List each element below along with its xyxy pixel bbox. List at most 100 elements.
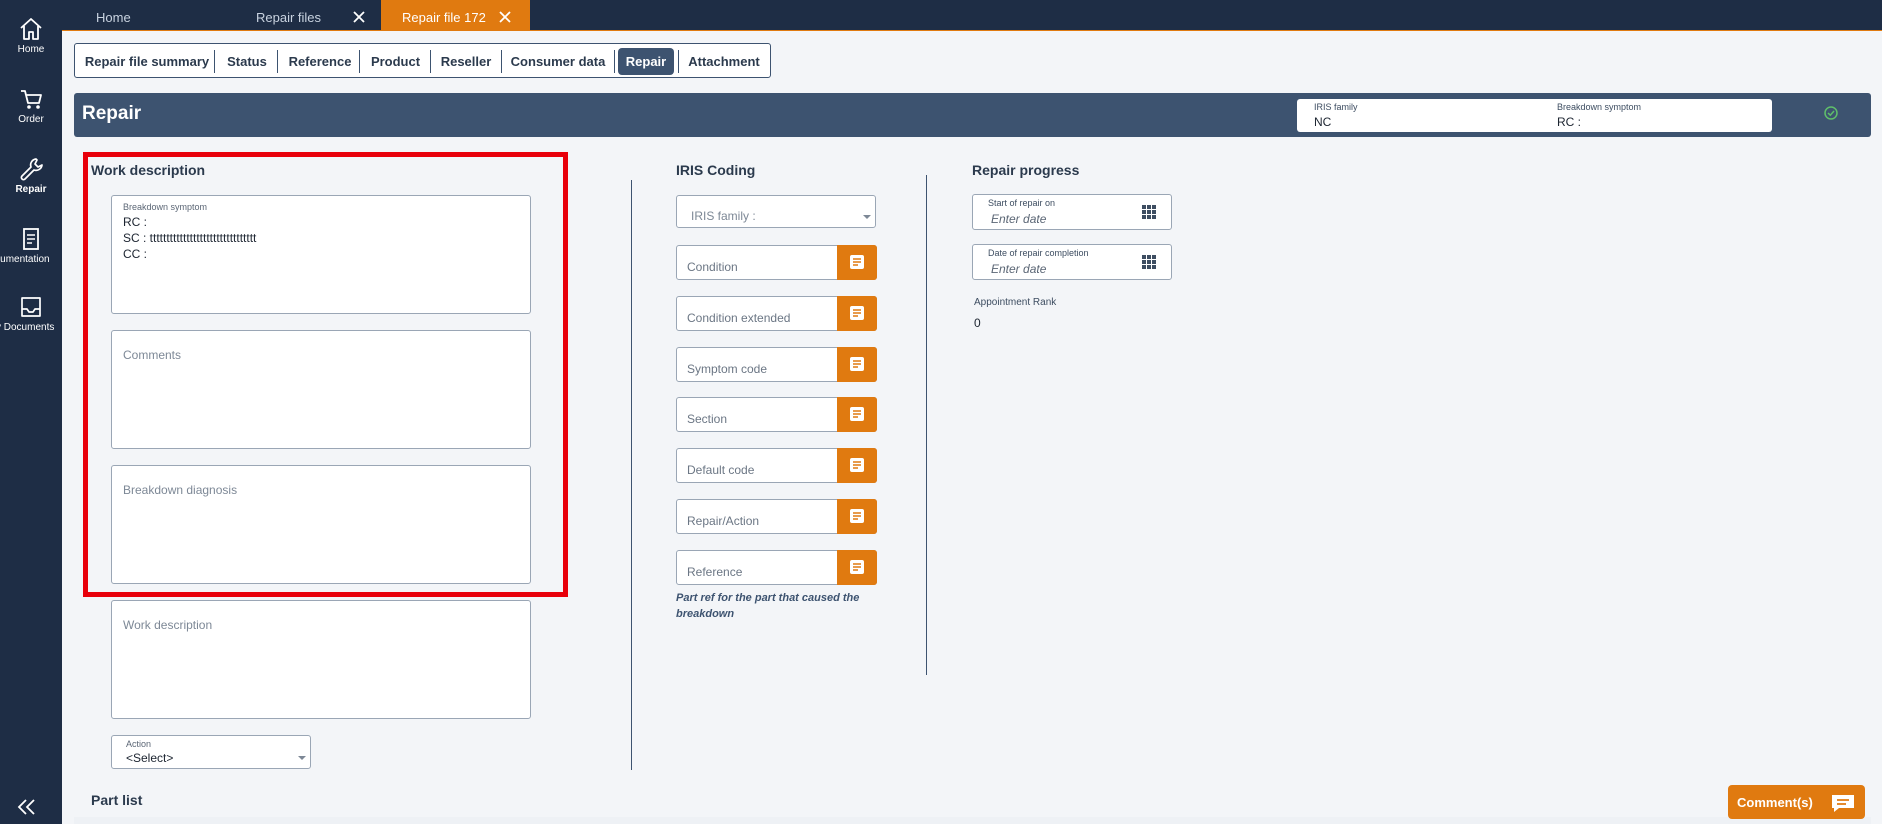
condition-extended-field[interactable]: Condition extended — [676, 296, 877, 331]
work-description-textarea[interactable]: Work description — [111, 600, 531, 719]
chat-icon — [1832, 795, 1854, 812]
iris-coding-title: IRIS Coding — [676, 162, 756, 178]
section-lookup-button[interactable] — [837, 397, 877, 432]
tab-label: Home — [96, 10, 131, 25]
list-icon — [850, 255, 864, 269]
tab-status[interactable]: Status — [217, 48, 277, 75]
section-field[interactable]: Section — [676, 397, 877, 432]
list-icon — [850, 509, 864, 523]
placeholder: Default code — [687, 463, 755, 477]
iris-family-value: NC — [1314, 115, 1332, 129]
part-list-title: Part list — [91, 792, 143, 808]
placeholder: Section — [687, 412, 728, 426]
tab-divider — [614, 50, 615, 73]
cart-icon — [21, 90, 42, 109]
repair-progress-title: Repair progress — [972, 162, 1080, 178]
home-icon — [20, 18, 42, 40]
wrench-icon — [20, 158, 43, 181]
list-icon — [850, 306, 864, 320]
divider — [631, 180, 632, 770]
page-title: Repair — [82, 103, 142, 124]
part-list-panel — [74, 817, 1871, 824]
symptom-code-field[interactable]: Symptom code — [676, 347, 877, 382]
placeholder: IRIS family : — [691, 209, 756, 223]
symptom-code-lookup-button[interactable] — [837, 347, 877, 382]
sidebar-item-home[interactable]: Home — [0, 16, 62, 72]
condition-field[interactable]: Condition — [676, 245, 877, 280]
document-icon — [23, 228, 39, 250]
appointment-rank-value: 0 — [974, 316, 981, 330]
repair-action-field[interactable]: Repair/Action — [676, 499, 877, 534]
repair-action-lookup-button[interactable] — [837, 499, 877, 534]
iris-family-select[interactable]: IRIS family : — [676, 195, 876, 228]
tab-repair[interactable]: Repair — [618, 48, 674, 75]
start-of-repair-date[interactable]: Start of repair on Enter date — [972, 194, 1172, 230]
sidebar-item-repair[interactable]: Repair — [0, 156, 62, 212]
field-label: Date of repair completion — [988, 248, 1089, 258]
reference-lookup-button[interactable] — [837, 550, 877, 585]
chevron-down-icon — [298, 756, 306, 760]
list-icon — [850, 407, 864, 421]
tab-divider — [359, 50, 360, 73]
sidebar-item-documentation[interactable]: Documentation — [0, 226, 62, 282]
default-code-lookup-button[interactable] — [837, 448, 877, 483]
close-icon[interactable] — [498, 10, 512, 24]
field-label: Action — [126, 739, 152, 749]
tab-attachment[interactable]: Attachment — [679, 48, 769, 75]
sidebar-item-label: Order — [18, 114, 44, 125]
placeholder: Reference — [687, 565, 743, 579]
tab-home[interactable]: Home — [62, 0, 202, 31]
placeholder: Symptom code — [687, 362, 768, 376]
tab-reference[interactable]: Reference — [278, 48, 362, 75]
placeholder: Repair/Action — [687, 514, 760, 528]
repair-completion-date[interactable]: Date of repair completion Enter date — [972, 244, 1172, 280]
sidebar: Home Order Repair Documentation My Docum… — [0, 0, 62, 824]
selected-value: <Select> — [126, 751, 174, 765]
sidebar-item-my-documents[interactable]: My Documents — [0, 294, 62, 350]
comments-button-label: Comment(s) — [1737, 795, 1813, 810]
tab-label: Repair file 172 — [402, 10, 486, 25]
tab-reseller[interactable]: Reseller — [431, 48, 501, 75]
placeholder: Work description — [123, 618, 213, 632]
top-tab-bar: Home Repair files Repair file 172 — [62, 0, 1882, 31]
sidebar-item-label: Home — [17, 44, 45, 55]
chevron-down-icon — [863, 215, 871, 219]
comments-button[interactable]: Comment(s) — [1728, 785, 1865, 819]
section-tabs: Repair file summary Status Reference Pro… — [74, 43, 771, 78]
iris-family-label: IRIS family — [1314, 102, 1358, 112]
sidebar-item-label: My Documents — [0, 322, 55, 333]
sidebar-item-label: Documentation — [0, 254, 50, 265]
highlight-frame — [83, 152, 568, 597]
field-label: Start of repair on — [988, 198, 1056, 208]
divider — [926, 175, 927, 675]
action-select[interactable]: Action <Select> — [111, 735, 311, 769]
reference-field[interactable]: Reference — [676, 550, 877, 585]
inbox-icon — [21, 297, 41, 317]
tab-product[interactable]: Product — [361, 48, 430, 75]
calendar-icon[interactable] — [1141, 254, 1157, 270]
list-icon — [850, 357, 864, 371]
reference-note: Part ref for the part that caused the br… — [676, 592, 860, 620]
default-code-field[interactable]: Default code — [676, 448, 877, 483]
breakdown-symptom-value: RC : — [1557, 115, 1581, 129]
close-icon[interactable] — [352, 10, 366, 24]
placeholder: Enter date — [991, 212, 1047, 226]
repair-header: Repair IRIS family NC Breakdown symptom … — [74, 93, 1871, 137]
placeholder: Condition — [687, 260, 738, 274]
placeholder: Enter date — [991, 262, 1047, 276]
appointment-rank-label: Appointment Rank — [974, 297, 1057, 308]
sidebar-item-order[interactable]: Order — [0, 86, 62, 142]
header-summary-box: IRIS family NC Breakdown symptom RC : — [1297, 99, 1772, 132]
list-icon — [850, 560, 864, 574]
condition-extended-lookup-button[interactable] — [837, 296, 877, 331]
tab-repair-file-summary[interactable]: Repair file summary — [78, 48, 216, 75]
tab-label: Repair files — [256, 10, 322, 25]
calendar-icon[interactable] — [1141, 204, 1157, 220]
condition-lookup-button[interactable] — [837, 245, 877, 280]
double-chevron-left-icon[interactable] — [16, 798, 38, 816]
sidebar-item-label: Repair — [15, 184, 47, 195]
tab-consumer-data[interactable]: Consumer data — [502, 48, 614, 75]
breakdown-symptom-label: Breakdown symptom — [1557, 102, 1642, 112]
placeholder: Condition extended — [687, 311, 791, 325]
tab-divider — [214, 50, 215, 73]
